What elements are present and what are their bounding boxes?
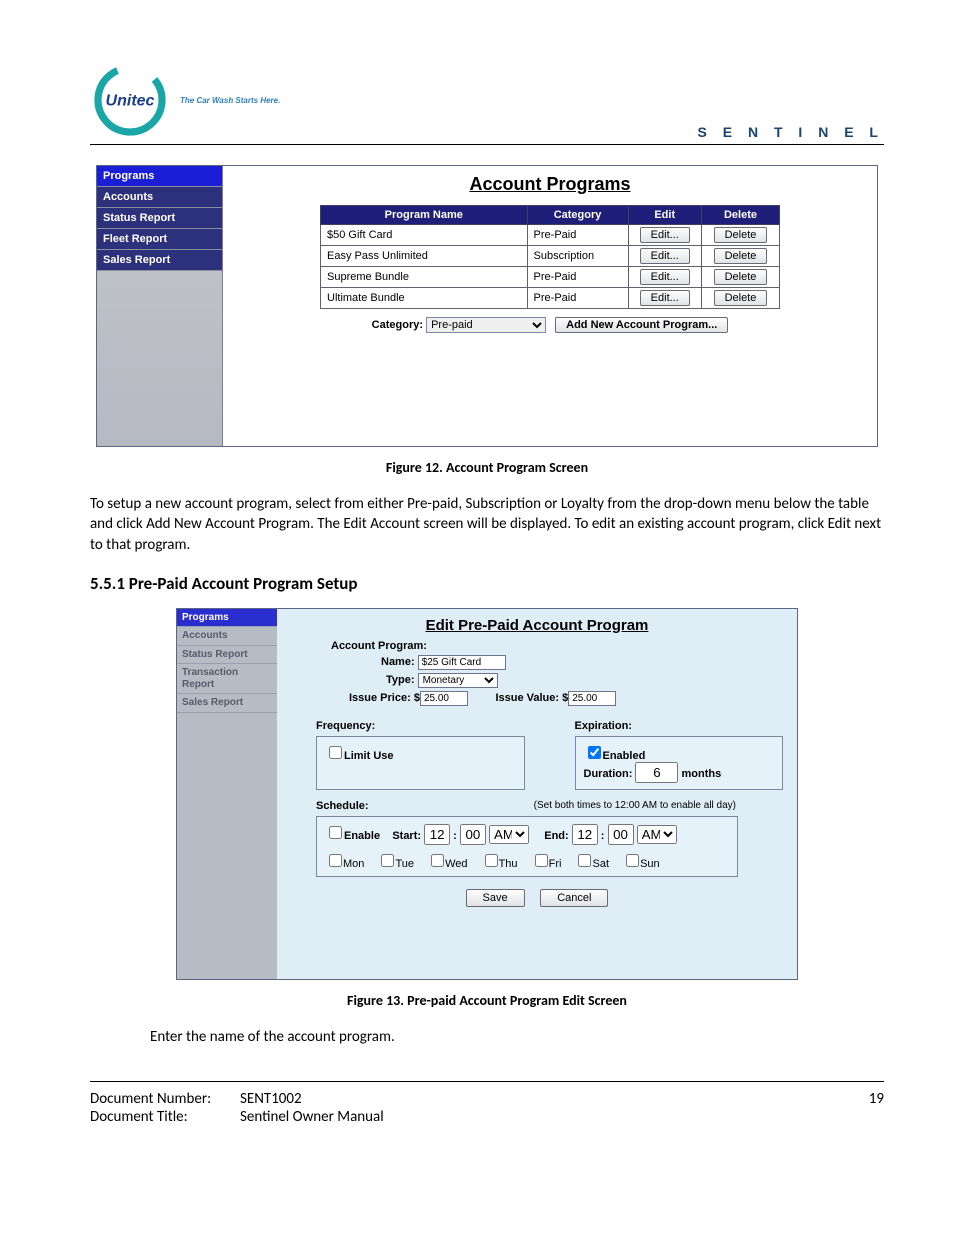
edit-button[interactable]: Edit... bbox=[640, 227, 690, 243]
schedule-note: (Set both times to 12:00 AM to enable al… bbox=[534, 800, 736, 812]
docnum-label: Document Number: bbox=[90, 1090, 240, 1108]
logo-tagline: The Car Wash Starts Here. bbox=[180, 96, 280, 105]
table-row: $50 Gift Card Pre-Paid Edit... Delete bbox=[321, 225, 780, 246]
product-title: S E N T I N E L bbox=[698, 124, 884, 140]
account-program-label: Account Program: bbox=[331, 640, 783, 652]
programs-table: Program Name Category Edit Delete $50 Gi… bbox=[320, 205, 780, 309]
edit-button[interactable]: Edit... bbox=[640, 269, 690, 285]
issue-value-field[interactable] bbox=[568, 691, 616, 706]
figure-12-caption: Figure 12. Account Program Screen bbox=[90, 459, 884, 476]
type-label: Type: bbox=[386, 674, 415, 686]
day-wed[interactable]: Wed bbox=[427, 858, 467, 870]
type-select[interactable]: Monetary bbox=[418, 673, 498, 688]
sidebar-item-status-report[interactable]: Status Report bbox=[97, 208, 222, 229]
sidebar-item-accounts[interactable]: Accounts bbox=[177, 627, 277, 646]
start-min-field[interactable] bbox=[460, 824, 486, 845]
save-button[interactable]: Save bbox=[466, 889, 525, 907]
sidebar-item-sales-report[interactable]: Sales Report bbox=[97, 250, 222, 271]
end-hour-field[interactable] bbox=[572, 824, 598, 845]
doctitle-label: Document Title: bbox=[90, 1108, 240, 1126]
table-row: Easy Pass Unlimited Subscription Edit...… bbox=[321, 246, 780, 267]
start-ampm-select[interactable]: AM bbox=[489, 825, 529, 844]
fig12-sidebar: Programs Accounts Status Report Fleet Re… bbox=[97, 166, 223, 446]
unitec-logo: Unitec bbox=[90, 60, 170, 140]
start-hour-field[interactable] bbox=[424, 824, 450, 845]
panel-title: Account Programs bbox=[223, 174, 877, 195]
fig13-sidebar: Programs Accounts Status Report Transact… bbox=[177, 609, 277, 979]
name-field[interactable] bbox=[418, 655, 506, 670]
day-sun[interactable]: Sun bbox=[622, 858, 660, 870]
panel-title: Edit Pre-Paid Account Program bbox=[291, 617, 783, 634]
day-mon[interactable]: Mon bbox=[325, 858, 364, 870]
add-account-program-button[interactable]: Add New Account Program... bbox=[555, 317, 728, 333]
doctitle-value: Sentinel Owner Manual bbox=[240, 1108, 384, 1126]
day-thu[interactable]: Thu bbox=[481, 858, 518, 870]
limit-use-checkbox[interactable]: Limit Use bbox=[325, 750, 394, 762]
sidebar-item-accounts[interactable]: Accounts bbox=[97, 187, 222, 208]
day-tue[interactable]: Tue bbox=[377, 858, 414, 870]
duration-label: Duration: bbox=[584, 768, 633, 780]
page-number: 19 bbox=[869, 1090, 884, 1126]
name-label: Name: bbox=[381, 656, 415, 668]
expiration-title: Expiration: bbox=[575, 720, 784, 732]
cell-name: Ultimate Bundle bbox=[321, 288, 528, 309]
sidebar-item-fleet-report[interactable]: Fleet Report bbox=[97, 229, 222, 250]
frequency-title: Frequency: bbox=[316, 720, 525, 732]
delete-button[interactable]: Delete bbox=[714, 269, 768, 285]
svg-text:Unitec: Unitec bbox=[106, 93, 155, 110]
day-sat[interactable]: Sat bbox=[574, 858, 609, 870]
delete-button[interactable]: Delete bbox=[714, 290, 768, 306]
delete-button[interactable]: Delete bbox=[714, 248, 768, 264]
end-min-field[interactable] bbox=[608, 824, 634, 845]
docnum-value: SENT1002 bbox=[240, 1090, 302, 1108]
day-fri[interactable]: Fri bbox=[531, 858, 562, 870]
section-heading: 5.5.1 Pre-Paid Account Program Setup bbox=[90, 573, 884, 594]
end-label: End: bbox=[544, 830, 568, 842]
cell-category: Subscription bbox=[527, 246, 628, 267]
expiration-enabled-checkbox[interactable]: Enabled bbox=[584, 750, 646, 762]
cancel-button[interactable]: Cancel bbox=[540, 889, 608, 907]
sidebar-item-status-report[interactable]: Status Report bbox=[177, 646, 277, 665]
cell-category: Pre-Paid bbox=[527, 225, 628, 246]
schedule-enable-checkbox[interactable]: Enable bbox=[325, 830, 380, 842]
table-row: Ultimate Bundle Pre-Paid Edit... Delete bbox=[321, 288, 780, 309]
start-label: Start: bbox=[392, 830, 421, 842]
schedule-title: Schedule: bbox=[316, 800, 369, 812]
cell-category: Pre-Paid bbox=[527, 267, 628, 288]
duration-unit: months bbox=[682, 768, 722, 780]
end-ampm-select[interactable]: AM bbox=[637, 825, 677, 844]
col-edit: Edit bbox=[628, 206, 701, 225]
account-programs-screen: Programs Accounts Status Report Fleet Re… bbox=[96, 165, 878, 447]
col-category: Category bbox=[527, 206, 628, 225]
delete-button[interactable]: Delete bbox=[714, 227, 768, 243]
paragraph-1: To setup a new account program, select f… bbox=[90, 494, 884, 555]
sidebar-item-sales-report[interactable]: Sales Report bbox=[177, 694, 277, 713]
paragraph-2: Enter the name of the account program. bbox=[150, 1027, 884, 1047]
category-select[interactable]: Pre-paid bbox=[426, 317, 546, 333]
sidebar-item-programs[interactable]: Programs bbox=[97, 166, 222, 187]
issue-value-label: Issue Value: $ bbox=[495, 692, 568, 704]
col-program-name: Program Name bbox=[321, 206, 528, 225]
cell-name: Supreme Bundle bbox=[321, 267, 528, 288]
cell-name: $50 Gift Card bbox=[321, 225, 528, 246]
figure-13-caption: Figure 13. Pre-paid Account Program Edit… bbox=[90, 992, 884, 1009]
issue-price-label: Issue Price: $ bbox=[349, 692, 420, 704]
sidebar-item-programs[interactable]: Programs bbox=[177, 609, 277, 628]
edit-prepaid-screen: Programs Accounts Status Report Transact… bbox=[176, 608, 798, 980]
issue-price-field[interactable] bbox=[420, 691, 468, 706]
edit-button[interactable]: Edit... bbox=[640, 290, 690, 306]
category-label: Category: bbox=[372, 319, 423, 331]
cell-category: Pre-Paid bbox=[527, 288, 628, 309]
sidebar-item-transaction-report[interactable]: Transaction Report bbox=[177, 664, 277, 694]
table-row: Supreme Bundle Pre-Paid Edit... Delete bbox=[321, 267, 780, 288]
col-delete: Delete bbox=[701, 206, 779, 225]
cell-name: Easy Pass Unlimited bbox=[321, 246, 528, 267]
edit-button[interactable]: Edit... bbox=[640, 248, 690, 264]
duration-field[interactable] bbox=[635, 762, 678, 783]
